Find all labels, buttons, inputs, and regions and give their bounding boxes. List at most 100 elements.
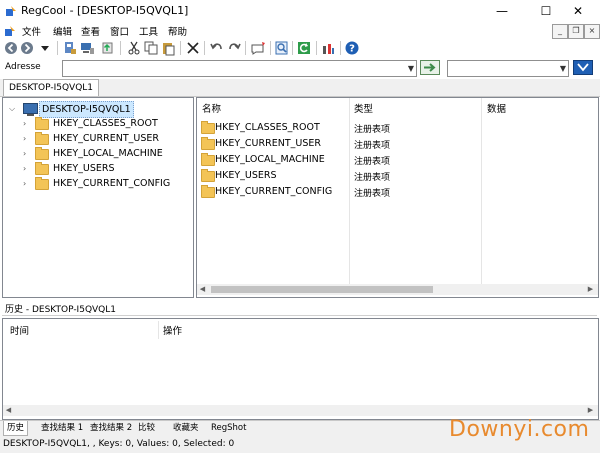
refresh-icon[interactable]	[296, 40, 312, 56]
app-menu-icon[interactable]	[4, 25, 16, 37]
history-horizontal-scrollbar[interactable]: ◀ ▶	[3, 405, 598, 416]
address-label: Adresse	[5, 62, 41, 72]
tree-node-label: HKEY_CLASSES_ROOT	[53, 118, 158, 129]
find-button[interactable]	[573, 60, 593, 75]
toolbar-separator	[120, 41, 121, 55]
history-header: 历史 - DESKTOP-I5QVQL1	[2, 300, 597, 316]
tree-node-label: HKEY_USERS	[53, 163, 115, 174]
tree-node-label: HKEY_CURRENT_CONFIG	[53, 178, 171, 189]
list-item[interactable]: HKEY_CURRENT_USER 注册表项	[201, 136, 591, 152]
folder-icon	[35, 117, 49, 130]
tab-find-results-2[interactable]: 查找结果 2	[87, 421, 135, 435]
tab-find-results-1[interactable]: 查找结果 1	[38, 421, 86, 435]
collapse-icon[interactable]: ⌵	[9, 101, 19, 116]
column-header-time[interactable]: 时间	[10, 323, 29, 337]
export-icon[interactable]	[100, 40, 116, 56]
go-button[interactable]	[420, 60, 440, 75]
address-input[interactable]: ▼	[62, 60, 417, 77]
list-item[interactable]: HKEY_USERS 注册表项	[201, 168, 591, 184]
copy-icon[interactable]	[143, 40, 159, 56]
folder-icon	[201, 169, 215, 182]
tab-compare[interactable]: 比较	[135, 421, 158, 435]
bookmark-icon[interactable]	[250, 40, 266, 56]
folder-icon	[201, 121, 215, 134]
toolbar: ?	[0, 39, 600, 57]
folder-icon	[35, 132, 49, 145]
dropdown-icon[interactable]	[37, 40, 53, 56]
menu-view[interactable]: 查看	[81, 24, 100, 38]
menu-window[interactable]: 窗口	[110, 24, 129, 38]
toolbar-separator	[57, 41, 58, 55]
toolbar-separator	[180, 41, 181, 55]
app-icon	[6, 6, 16, 16]
chevron-down-icon[interactable]: ▼	[408, 61, 414, 76]
find-icon[interactable]	[274, 40, 290, 56]
expand-icon[interactable]: ›	[23, 146, 33, 161]
history-list: 时间 操作 ◀ ▶	[2, 318, 599, 420]
list-item[interactable]: HKEY_LOCAL_MACHINE 注册表项	[201, 152, 591, 168]
status-text: DESKTOP-I5QVQL1, , Keys: 0, Values: 0, S…	[3, 439, 235, 449]
toolbar-separator	[316, 41, 317, 55]
tab-regshot[interactable]: RegShot	[208, 421, 249, 435]
tab-favorites[interactable]: 收藏夹	[170, 421, 202, 435]
menu-edit[interactable]: 编辑	[53, 24, 72, 38]
expand-icon[interactable]: ›	[23, 161, 33, 176]
svg-text:?: ?	[349, 44, 355, 55]
scroll-right-icon[interactable]: ▶	[585, 405, 596, 416]
window-title: RegCool - [DESKTOP-I5QVQL1]	[21, 4, 189, 17]
list-item[interactable]: HKEY_CURRENT_CONFIG 注册表项	[201, 184, 591, 200]
list-item-type: 注册表项	[354, 189, 391, 199]
toolbar-separator	[270, 41, 271, 55]
folder-icon	[201, 137, 215, 150]
list-item-type: 注册表项	[354, 141, 391, 151]
menu-tools[interactable]: 工具	[139, 24, 158, 38]
expand-icon[interactable]: ›	[23, 176, 33, 191]
redo-icon[interactable]	[226, 40, 242, 56]
tools-icon[interactable]	[320, 40, 336, 56]
back-icon[interactable]	[3, 40, 19, 56]
list-item-type: 注册表项	[354, 157, 391, 167]
delete-icon[interactable]	[185, 40, 201, 56]
tree-node-label: HKEY_CURRENT_USER	[53, 133, 159, 144]
expand-icon[interactable]: ›	[23, 131, 33, 146]
column-divider[interactable]	[158, 321, 159, 339]
column-header-data[interactable]: 数据	[487, 101, 506, 115]
list-horizontal-scrollbar[interactable]: ◀ ▶	[197, 284, 598, 295]
tab-history[interactable]: 历史	[3, 421, 29, 436]
menu-help[interactable]: 帮助	[168, 24, 187, 38]
connect-icon[interactable]	[62, 40, 78, 56]
mdi-close-button[interactable]: ×	[584, 24, 600, 39]
registry-tree: ⌵ DESKTOP-I5QVQL1 › HKEY_CLASSES_ROOT › …	[2, 97, 194, 298]
list-item-name: HKEY_LOCAL_MACHINE	[215, 154, 325, 165]
scrollbar-thumb[interactable]	[211, 286, 433, 293]
mdi-minimize-button[interactable]: _	[552, 24, 568, 39]
close-button[interactable]: ✕	[556, 0, 600, 22]
minimize-button[interactable]: —	[480, 0, 524, 22]
list-item[interactable]: HKEY_CLASSES_ROOT 注册表项	[201, 120, 591, 136]
tab-desktop[interactable]: DESKTOP-I5QVQL1	[3, 79, 100, 96]
column-header-action[interactable]: 操作	[163, 323, 182, 337]
help-icon[interactable]: ?	[344, 40, 360, 56]
list-item-name: HKEY_CURRENT_USER	[215, 138, 321, 149]
paste-icon[interactable]	[160, 40, 176, 56]
folder-icon	[35, 147, 49, 160]
expand-icon[interactable]: ›	[23, 116, 33, 131]
column-header-name[interactable]: 名称	[202, 101, 221, 115]
chevron-down-icon[interactable]: ▼	[560, 61, 566, 76]
cut-icon[interactable]	[126, 40, 142, 56]
undo-icon[interactable]	[209, 40, 225, 56]
mdi-restore-button[interactable]: ❐	[568, 24, 584, 39]
toolbar-separator	[292, 41, 293, 55]
toolbar-separator	[340, 41, 341, 55]
forward-icon[interactable]	[19, 40, 35, 56]
list-item-name: HKEY_CLASSES_ROOT	[215, 122, 320, 133]
search-input[interactable]: ▼	[447, 60, 569, 77]
scroll-right-icon[interactable]: ▶	[585, 284, 596, 295]
computer-icon[interactable]	[79, 40, 95, 56]
list-item-name: HKEY_USERS	[215, 170, 277, 181]
menu-file[interactable]: 文件	[22, 24, 41, 38]
column-header-type[interactable]: 类型	[354, 101, 373, 115]
scroll-left-icon[interactable]: ◀	[3, 405, 14, 416]
scroll-left-icon[interactable]: ◀	[197, 284, 208, 295]
toolbar-separator	[204, 41, 205, 55]
